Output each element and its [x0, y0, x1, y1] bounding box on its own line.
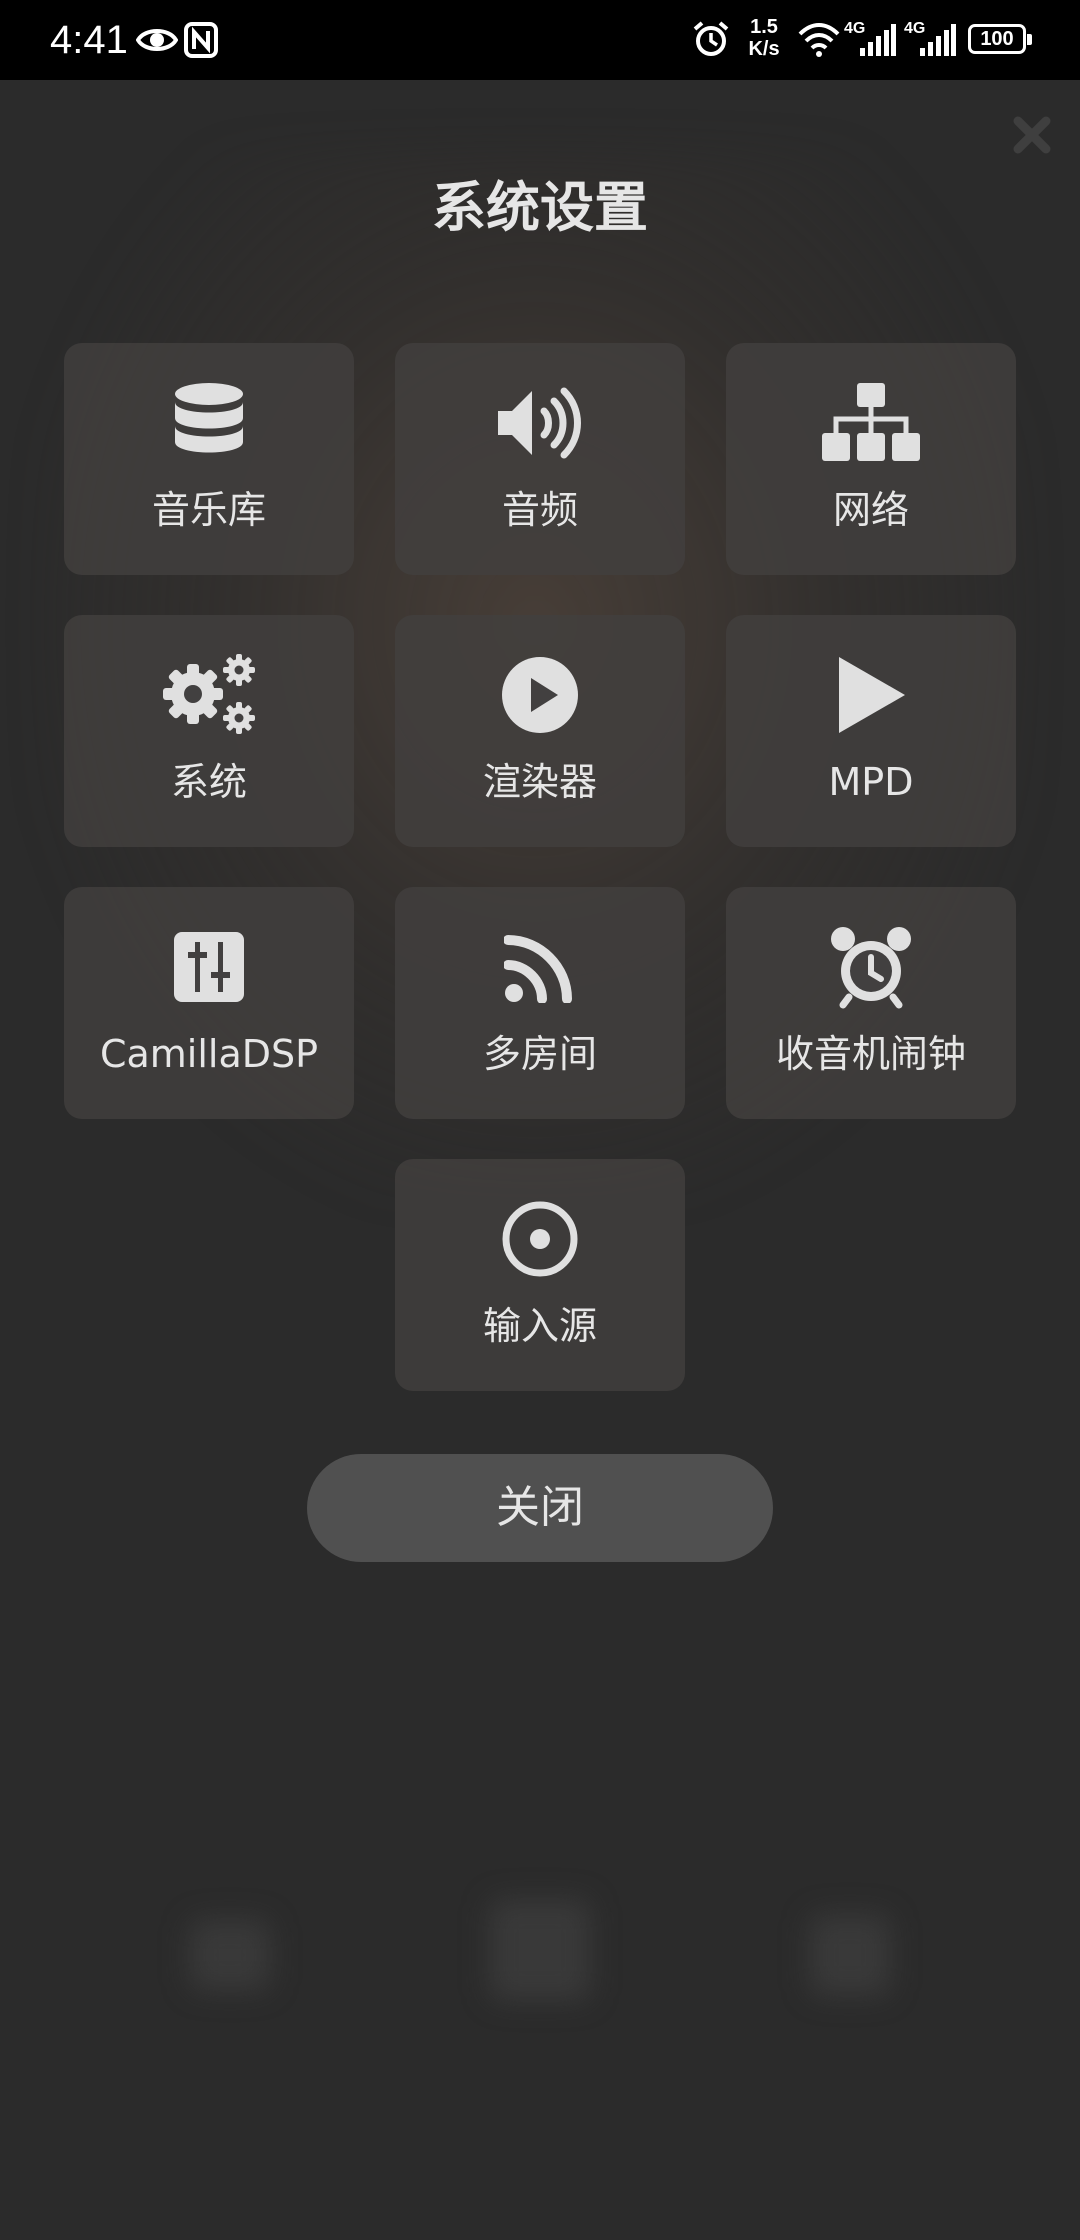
page-title: 系统设置 [432, 176, 648, 239]
tile-network[interactable]: 网络 [726, 343, 1016, 575]
wifi-icon [798, 23, 840, 57]
network-speed: 1.5 K/s [747, 16, 781, 60]
eye-icon [136, 29, 178, 51]
network-icon [726, 377, 1016, 469]
close-button[interactable]: 关闭 [307, 1454, 773, 1562]
alarm-clock-icon [726, 921, 1016, 1013]
background-ghost-3 [810, 1915, 890, 1995]
status-time: 4:41 [50, 18, 128, 62]
tile-multiroom[interactable]: 多房间 [395, 887, 685, 1119]
tile-mpd[interactable]: MPD [726, 615, 1016, 847]
network-speed-value: 1.5 [750, 16, 778, 38]
input-source-icon [395, 1193, 685, 1285]
nfc-icon [184, 22, 218, 58]
tile-music-library[interactable]: 音乐库 [64, 343, 354, 575]
alarm-icon [693, 21, 729, 56]
database-icon [64, 377, 354, 469]
background-ghost-2 [490, 1900, 590, 2000]
tile-label: 音频 [501, 488, 578, 532]
tile-renderer[interactable]: 渲染器 [395, 615, 685, 847]
background-ghost-1 [190, 1920, 270, 1990]
tile-label: CamillaDSP [99, 1032, 319, 1076]
play-icon [726, 649, 1016, 741]
close-icon[interactable] [1010, 113, 1054, 157]
tile-label: 网络 [832, 488, 909, 532]
gears-icon [64, 649, 354, 741]
tile-radio-alarm[interactable]: 收音机闹钟 [726, 887, 1016, 1119]
tile-camilladsp[interactable]: CamillaDSP [64, 887, 354, 1119]
network-speed-unit: K/s [748, 38, 780, 60]
rss-icon [395, 921, 685, 1013]
battery-icon: 100 [968, 24, 1032, 54]
tile-label: 收音机闹钟 [775, 1032, 966, 1076]
tile-label: 渲染器 [482, 760, 597, 804]
signal-icon [860, 24, 896, 56]
tile-input-source[interactable]: 输入源 [395, 1159, 685, 1391]
tile-label: 系统 [170, 760, 247, 804]
signal-icon [920, 24, 956, 56]
status-bar: 4:41 1.5 K/s 4G 4G 100 [0, 0, 1080, 80]
speaker-icon [395, 377, 685, 469]
tile-label: 多房间 [482, 1032, 597, 1076]
tile-label: MPD [828, 760, 914, 804]
tile-label: 音乐库 [151, 488, 266, 532]
sliders-icon [64, 921, 354, 1013]
tile-system[interactable]: 系统 [64, 615, 354, 847]
tile-audio[interactable]: 音频 [395, 343, 685, 575]
tile-label: 输入源 [482, 1304, 597, 1348]
play-circle-icon [395, 649, 685, 741]
